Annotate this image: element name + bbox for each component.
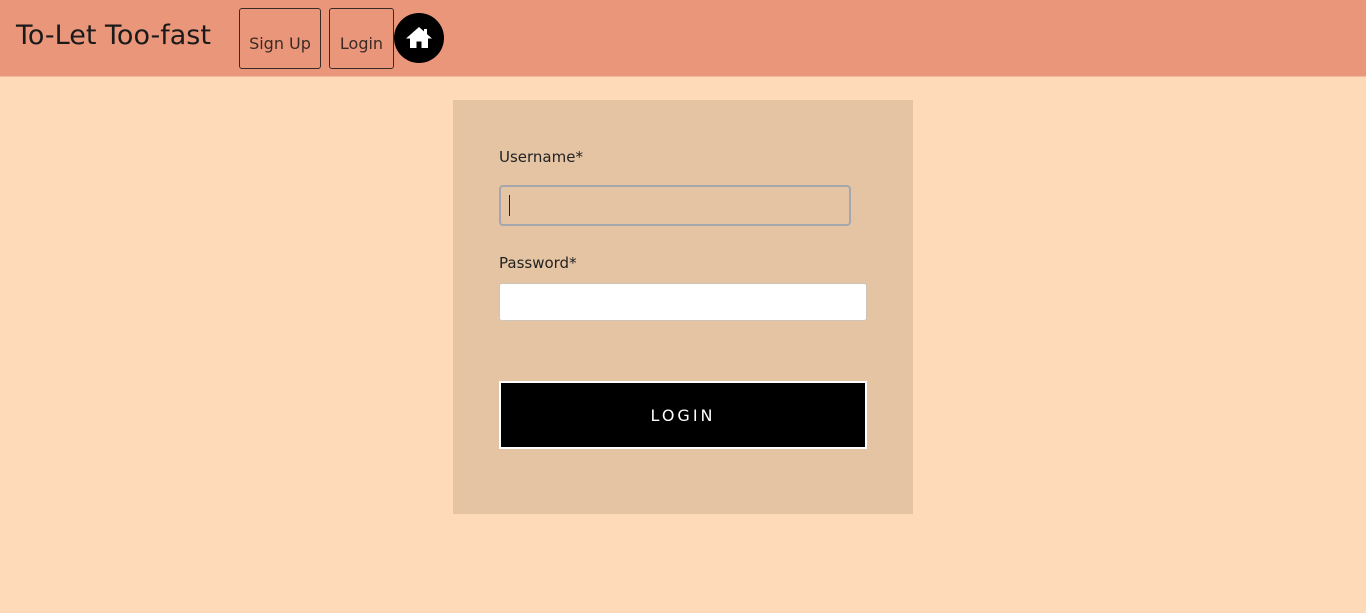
home-button[interactable] xyxy=(394,13,444,63)
username-label: Username* xyxy=(499,148,583,166)
password-input[interactable] xyxy=(499,283,867,321)
text-caret xyxy=(509,195,510,216)
brand-title: To-Let Too-fast xyxy=(16,20,211,51)
signup-button[interactable]: Sign Up xyxy=(239,8,321,69)
login-submit-button[interactable]: LOGIN xyxy=(499,381,867,449)
login-panel: Username* Password* LOGIN xyxy=(453,100,913,514)
password-label: Password* xyxy=(499,254,577,272)
home-icon xyxy=(406,27,432,48)
site-header: To-Let Too-fast Sign Up Login xyxy=(0,0,1366,77)
username-input[interactable] xyxy=(499,185,851,226)
login-nav-button[interactable]: Login xyxy=(329,8,394,69)
